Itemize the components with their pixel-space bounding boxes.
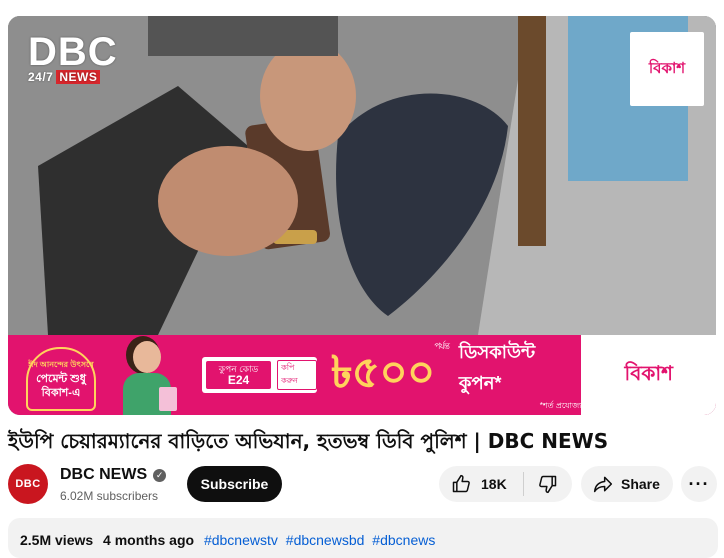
share-icon <box>593 474 613 494</box>
subscribe-button[interactable]: Subscribe <box>187 466 282 502</box>
channel-name[interactable]: DBC NEWS <box>60 466 147 484</box>
thumbs-up-icon <box>451 474 471 494</box>
share-button[interactable]: Share <box>581 466 673 502</box>
banner-amount: ৳৫০০পর্যন্ত <box>330 341 450 398</box>
subscriber-count: 6.02M subscribers <box>60 489 159 503</box>
video-title: ইউপি চেয়ারম্যানের বাড়িতে অভিযান, হতভম্… <box>8 429 609 453</box>
description-box[interactable]: 2.5M views 4 months ago #dbcnewstv #dbcn… <box>8 518 718 558</box>
more-actions-button[interactable]: ··· <box>681 466 717 502</box>
bkash-corner-logo: বিকাশ <box>630 32 704 106</box>
hashtag-link[interactable]: #dbcnewstv <box>204 532 278 548</box>
coupon-box: কুপন কোড E24 কপি করুন <box>201 357 317 393</box>
share-label: Share <box>621 476 660 492</box>
banner-model-image <box>103 335 198 415</box>
video-player[interactable]: DBC 24/7 NEWS বিকাশ ঈদ আনন্দের উৎসবে পেমে… <box>8 16 716 415</box>
hashtag-link[interactable]: #dbcnews <box>372 532 435 548</box>
channel-name-row[interactable]: DBC NEWS ✓ <box>60 466 167 484</box>
like-count: 18K <box>481 476 507 492</box>
banner-bkash-logo: বিকাশ <box>581 335 716 415</box>
like-dislike-group: 18K <box>439 466 572 502</box>
ad-banner: ঈদ আনন্দের উৎসবে পেমেন্ট শুধু বিকাশ-এ কু… <box>8 335 716 415</box>
banner-offer: ঈদ আনন্দের উৎসবে পেমেন্ট শুধু বিকাশ-এ <box>8 335 103 415</box>
dislike-button[interactable] <box>524 466 572 502</box>
thumbs-down-icon <box>538 474 558 494</box>
like-button[interactable]: 18K <box>439 466 523 502</box>
view-count: 2.5M views <box>20 532 94 548</box>
more-icon: ··· <box>688 473 710 494</box>
verified-icon: ✓ <box>153 468 167 482</box>
upload-age: 4 months ago <box>103 532 195 548</box>
dbc-watermark: DBC 24/7 NEWS <box>28 30 118 84</box>
channel-avatar[interactable]: DBC <box>8 464 48 504</box>
hashtag-link[interactable]: #dbcnewsbd <box>286 532 365 548</box>
banner-discount: ডিসকাউন্ট কুপন* *শর্ত প্রযোজ্য <box>458 341 582 410</box>
